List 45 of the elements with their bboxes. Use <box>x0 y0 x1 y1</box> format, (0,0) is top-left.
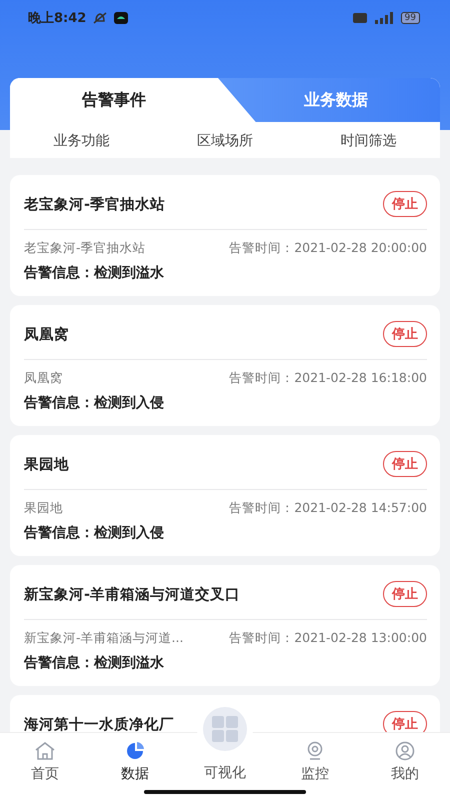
filter-button[interactable]: 时间筛选 <box>296 132 440 150</box>
alarm-info: 告警信息：检测到溢水 <box>24 264 165 282</box>
alarm-card[interactable]: 凤凰窝 停止 凤凰窝 告警时间：2021-02-28 16:18:00 告警信息：检测到入侵 <box>10 305 440 426</box>
alarm-info: 告警信息：检测到入侵 <box>24 394 165 412</box>
alarm-card[interactable]: 新宝象河-羊甫箱涵与河道交叉口 停止 新宝象河-羊甫箱涵与河道... 告警时间：2021-02-28 13:00:00 告警信息：检测到溢水 <box>10 565 440 686</box>
alarm-card[interactable]: 果园地 停止 果园地 告警时间：2021-02-28 14:57:00 告警信息：检测到入侵 <box>10 435 440 556</box>
alarm-time: 告警时间：2021-02-28 14:57:00 <box>229 500 427 516</box>
filter-button[interactable]: 业务功能 <box>10 132 154 150</box>
alarm-card[interactable]: 老宝象河-季官抽水站 停止 老宝象河-季官抽水站 告警时间：2021-02-28 20:00:00 告警信息：检测到溢水 <box>10 175 440 296</box>
alarm-title: 老宝象河-季官抽水站 <box>24 195 166 214</box>
alarm-place: 凤凰窝 <box>24 370 63 386</box>
stop-button[interactable]: 停止 <box>383 451 427 477</box>
alarm-time: 告警时间：2021-02-28 16:18:00 <box>229 370 427 386</box>
alarm-info: 告警信息：检测到入侵 <box>24 524 165 542</box>
app-icon <box>114 12 128 24</box>
status-time: 晚上8:42 <box>28 10 86 27</box>
alarm-info: 告警信息：检测到溢水 <box>24 654 165 672</box>
alarm-place: 老宝象河-季官抽水站 <box>24 240 146 256</box>
alarm-card[interactable]: 海河第十一水质净化厂 停止 <box>10 695 440 732</box>
alarm-title: 海河第十一水质净化厂 <box>24 716 174 732</box>
nav-item[interactable]: 监控 <box>270 733 360 800</box>
nav-item[interactable]: 我的 <box>360 733 450 800</box>
alarm-title: 凤凰窝 <box>24 326 69 344</box>
nav-item[interactable]: 数据 <box>90 733 180 800</box>
alarm-title: 果园地 <box>24 456 69 474</box>
stop-button[interactable]: 停止 <box>383 191 427 217</box>
muted-bell-icon <box>92 11 108 25</box>
filter-button[interactable]: 区域场所 <box>153 132 297 150</box>
battery-level: 99 <box>400 12 420 24</box>
stop-button[interactable]: 停止 <box>383 321 427 347</box>
nav-item[interactable]: 首页 <box>0 733 90 800</box>
alarm-title: 新宝象河-羊甫箱涵与河道交叉口 <box>24 585 240 604</box>
nav-label[interactable]: 可视化 <box>204 765 246 781</box>
alarm-place: 果园地 <box>24 500 63 516</box>
alarm-time: 告警时间：2021-02-28 20:00:00 <box>229 240 427 256</box>
alarm-place: 新宝象河-羊甫箱涵与河道... <box>24 630 184 646</box>
grid-icon <box>212 716 238 742</box>
pie-chart-icon <box>124 741 146 761</box>
stop-button[interactable]: 停止 <box>383 581 427 607</box>
signal-icon <box>372 12 395 24</box>
home-icon <box>34 741 56 761</box>
alarm-time: 告警时间：2021-02-28 13:00:00 <box>229 630 427 646</box>
user-icon <box>394 741 416 761</box>
visualize-button[interactable] <box>203 707 247 751</box>
stop-button[interactable]: 停止 <box>383 711 427 732</box>
